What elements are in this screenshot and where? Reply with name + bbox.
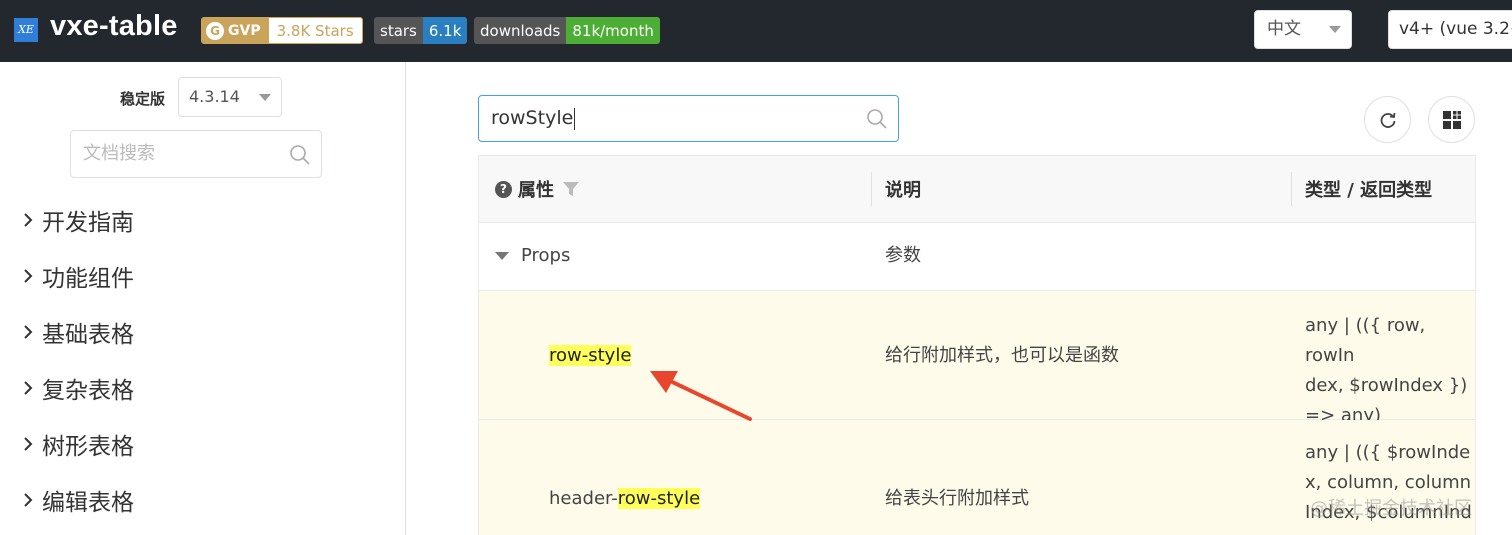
gvp-badge-left: G GVP (202, 18, 269, 43)
api-table: ? 属性 说明 类型 / 返回类型 Props 参数 row-style 给行附… (478, 155, 1476, 535)
prop-desc-cell: 给表头行附加样式 (885, 488, 1029, 509)
gvp-stars: 3.8K Stars (268, 18, 362, 43)
top-header: XE vxe-table G GVP 3.8K Stars stars 6.1k… (0, 0, 1512, 62)
filter-icon[interactable] (562, 180, 580, 198)
version-select[interactable]: v4+ (vue 3.2+ 最 (1388, 10, 1512, 49)
prop-name-highlight: row-style (549, 345, 632, 366)
chevron-down-icon (1329, 26, 1341, 33)
downloads-badge-value: 81k/month (566, 17, 660, 44)
language-value: 中文 (1267, 19, 1301, 39)
sidebar-item-label: 编辑表格 (42, 490, 134, 516)
prop-name-cell: row-style (549, 341, 632, 371)
type-line: dex, $rowIndex }) (1305, 375, 1468, 396)
version-value: v4+ (vue 3.2+ 最 (1399, 19, 1512, 39)
sidebar-item-tree-table[interactable]: 树形表格 (16, 426, 134, 462)
downloads-badge[interactable]: downloads 81k/month (474, 17, 660, 44)
sidebar-item-label: 复杂表格 (42, 378, 134, 404)
type-line: any | (({ row, rowIn (1305, 315, 1426, 366)
column-divider[interactable] (1291, 172, 1292, 206)
language-select[interactable]: 中文 (1254, 10, 1352, 49)
type-line: any | (({ $rowInde (1305, 442, 1471, 463)
chevron-right-icon (16, 320, 40, 344)
text-cursor (574, 107, 576, 130)
gitee-icon: G (206, 21, 224, 40)
stable-version-value: 4.3.14 (189, 87, 240, 106)
group-toggle[interactable]: Props (495, 241, 570, 271)
sidebar-item-label: 功能组件 (42, 266, 134, 292)
sidebar-item-label: 基础表格 (42, 322, 134, 348)
stable-label: 稳定版 (120, 90, 166, 108)
column-header-label: 说明 (885, 180, 921, 201)
gvp-badge[interactable]: G GVP 3.8K Stars (201, 17, 363, 44)
help-icon: ? (495, 180, 512, 198)
sidebar: 稳定版 4.3.14 文档搜索 开发指南 功能组件 基础表格 复杂表格 树形表格… (0, 62, 406, 535)
vxe-logo-icon[interactable]: XE (14, 18, 38, 42)
table-row[interactable]: row-style 给行附加样式，也可以是函数 any | (({ row, r… (479, 291, 1475, 426)
chevron-right-icon (16, 208, 40, 232)
chevron-down-icon (259, 94, 271, 101)
sidebar-item-label: 开发指南 (42, 210, 134, 236)
stars-badge-value: 6.1k (422, 17, 468, 44)
table-group-row[interactable]: Props 参数 (479, 223, 1475, 291)
column-header-label: 类型 / 返回类型 (1305, 180, 1433, 201)
group-name: Props (521, 245, 571, 266)
stable-version-select[interactable]: 4.3.14 (178, 77, 282, 117)
prop-type-cell: any | (({ row, rowIn dex, $rowIndex }) =… (1305, 311, 1475, 431)
sidebar-item-complex-table[interactable]: 复杂表格 (16, 370, 134, 406)
api-search-value: rowStyle (491, 107, 574, 129)
annotation-arrow-icon (650, 371, 752, 421)
prop-desc-cell: 给行附加样式，也可以是函数 (885, 345, 1119, 366)
doc-search-input[interactable]: 文档搜索 (70, 130, 322, 178)
gvp-label: GVP (228, 22, 261, 39)
search-icon (867, 109, 887, 129)
column-divider[interactable] (871, 172, 872, 206)
prop-name-highlight: row-style (617, 488, 701, 509)
search-icon (290, 145, 310, 165)
group-desc: 参数 (885, 245, 921, 266)
downloads-badge-label: downloads (474, 17, 567, 44)
sidebar-item-dev-guide[interactable]: 开发指南 (16, 202, 134, 238)
watermark: @稀土掘金技术社区 (1310, 498, 1472, 519)
chevron-right-icon (16, 264, 40, 288)
refresh-button[interactable] (1364, 96, 1411, 143)
brand-title[interactable]: vxe-table (50, 10, 178, 43)
stars-badge[interactable]: stars 6.1k (374, 17, 468, 44)
prop-name-prefix: header- (549, 488, 618, 509)
refresh-icon (1380, 112, 1395, 128)
chevron-right-icon (16, 488, 40, 512)
column-header-label: 属性 (518, 180, 554, 201)
api-search-input[interactable]: rowStyle (478, 95, 899, 142)
chevron-right-icon (16, 432, 40, 456)
grid-view-button[interactable] (1428, 96, 1475, 143)
sidebar-item-label: 树形表格 (42, 434, 134, 460)
column-header-desc[interactable]: 说明 (885, 156, 921, 222)
sidebar-item-components[interactable]: 功能组件 (16, 258, 134, 294)
chevron-right-icon (16, 376, 40, 400)
grid-icon (1442, 110, 1461, 129)
sidebar-item-basic-table[interactable]: 基础表格 (16, 314, 134, 350)
stars-badge-label: stars (374, 17, 423, 44)
caret-down-icon (495, 252, 509, 260)
column-header-type[interactable]: 类型 / 返回类型 (1305, 156, 1432, 222)
sidebar-item-edit-table[interactable]: 编辑表格 (16, 482, 134, 518)
table-header: ? 属性 说明 类型 / 返回类型 (479, 156, 1475, 223)
column-header-attr[interactable]: ? 属性 (495, 156, 580, 222)
prop-name-cell: header-row-style (549, 484, 701, 514)
doc-search-placeholder: 文档搜索 (83, 143, 155, 164)
